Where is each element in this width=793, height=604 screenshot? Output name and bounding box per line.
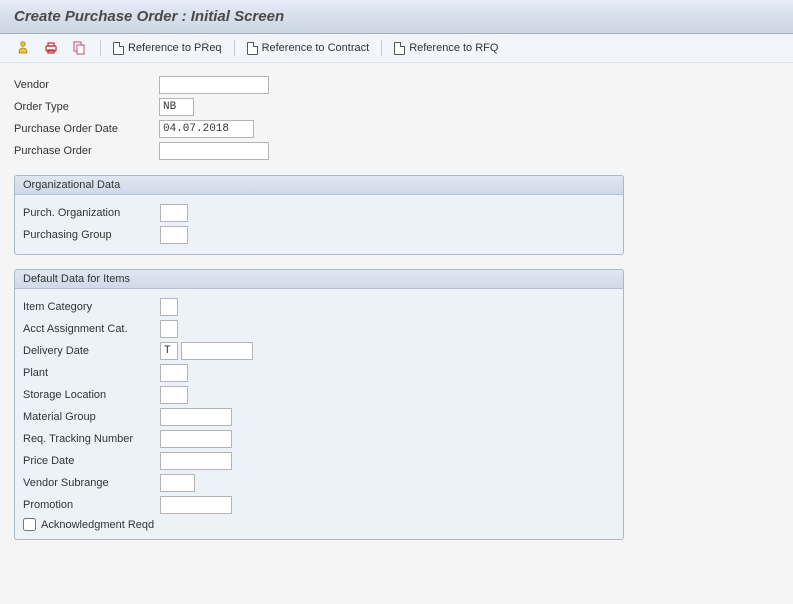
- main-content: Vendor Order Type Purchase Order Date Pu…: [0, 63, 793, 550]
- delivery-date-label: Delivery Date: [23, 345, 160, 357]
- group-title: Organizational Data: [15, 176, 623, 195]
- req-track-label: Req. Tracking Number: [23, 433, 160, 445]
- document-icon: [247, 42, 258, 55]
- material-grp-input[interactable]: [160, 408, 232, 426]
- copy-icon[interactable]: [70, 39, 88, 57]
- reference-to-contract-button[interactable]: Reference to Contract: [247, 42, 370, 55]
- order-type-label: Order Type: [14, 101, 159, 113]
- document-icon: [394, 42, 405, 55]
- po-date-label: Purchase Order Date: [14, 123, 159, 135]
- acct-assign-input[interactable]: [160, 320, 178, 338]
- price-date-input[interactable]: [160, 452, 232, 470]
- default-data-group: Default Data for Items Item Category Acc…: [14, 269, 624, 540]
- toolbar-separator: [381, 40, 382, 56]
- purch-org-input[interactable]: [160, 204, 188, 222]
- toolbar: Reference to PReq Reference to Contract …: [0, 34, 793, 63]
- group-title: Default Data for Items: [15, 270, 623, 289]
- button-label: Reference to PReq: [128, 42, 222, 54]
- storage-loc-label: Storage Location: [23, 389, 160, 401]
- purch-org-label: Purch. Organization: [23, 207, 160, 219]
- button-label: Reference to Contract: [262, 42, 370, 54]
- req-track-input[interactable]: [160, 430, 232, 448]
- toolbar-separator: [234, 40, 235, 56]
- storage-loc-input[interactable]: [160, 386, 188, 404]
- purch-grp-label: Purchasing Group: [23, 229, 160, 241]
- vendor-subrange-input[interactable]: [160, 474, 195, 492]
- order-type-input[interactable]: [159, 98, 194, 116]
- price-date-label: Price Date: [23, 455, 160, 467]
- organizational-data-group: Organizational Data Purch. Organization …: [14, 175, 624, 255]
- plant-input[interactable]: [160, 364, 188, 382]
- button-label: Reference to RFQ: [409, 42, 498, 54]
- po-label: Purchase Order: [14, 145, 159, 157]
- item-cat-label: Item Category: [23, 301, 160, 313]
- plant-label: Plant: [23, 367, 160, 379]
- org-levels-icon[interactable]: [14, 39, 32, 57]
- print-icon[interactable]: [42, 39, 60, 57]
- item-cat-input[interactable]: [160, 298, 178, 316]
- material-grp-label: Material Group: [23, 411, 160, 423]
- acct-assign-label: Acct Assignment Cat.: [23, 323, 160, 335]
- toolbar-separator: [100, 40, 101, 56]
- page-title: Create Purchase Order : Initial Screen: [0, 0, 793, 34]
- promotion-input[interactable]: [160, 496, 232, 514]
- reference-to-preq-button[interactable]: Reference to PReq: [113, 42, 222, 55]
- document-icon: [113, 42, 124, 55]
- po-input[interactable]: [159, 142, 269, 160]
- delivery-date-input[interactable]: [181, 342, 253, 360]
- po-date-input[interactable]: [159, 120, 254, 138]
- promotion-label: Promotion: [23, 499, 160, 511]
- purch-grp-input[interactable]: [160, 226, 188, 244]
- ack-reqd-label: Acknowledgment Reqd: [41, 519, 154, 531]
- vendor-label: Vendor: [14, 79, 159, 91]
- delivery-date-type-input[interactable]: [160, 342, 178, 360]
- vendor-subrange-label: Vendor Subrange: [23, 477, 160, 489]
- header-fields: Vendor Order Type Purchase Order Date Pu…: [14, 74, 779, 161]
- vendor-input[interactable]: [159, 76, 269, 94]
- ack-reqd-checkbox[interactable]: [23, 518, 36, 531]
- reference-to-rfq-button[interactable]: Reference to RFQ: [394, 42, 498, 55]
